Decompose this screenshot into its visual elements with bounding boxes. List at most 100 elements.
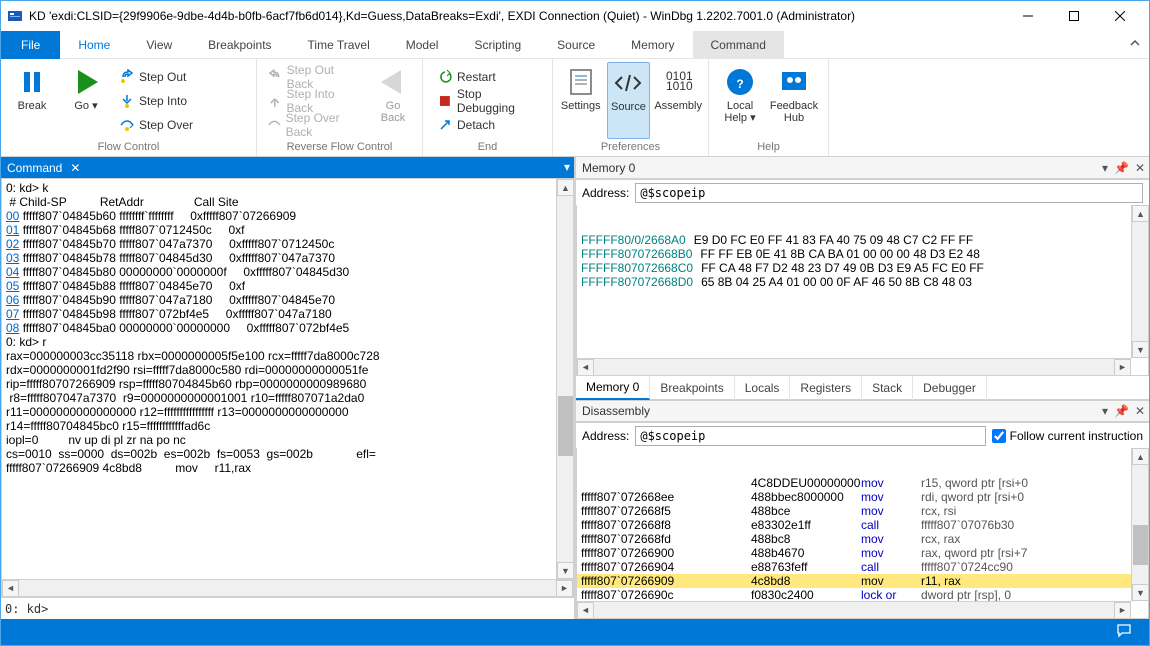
memory-address-bar: Address: bbox=[576, 179, 1149, 205]
menu-scripting[interactable]: Scripting bbox=[456, 31, 539, 59]
disassembly-hscroll[interactable]: ◄► bbox=[577, 601, 1131, 618]
memory-tab[interactable]: Breakpoints bbox=[650, 376, 734, 400]
disassembly-row[interactable]: 4C8DDEU00000000movr15, qword ptr [rsi+0 bbox=[577, 476, 1131, 490]
memory-view[interactable]: FFFFF80/0/2668A0E9 D0 FC E0 FF 41 83 FA … bbox=[576, 205, 1149, 376]
minimize-button[interactable] bbox=[1005, 1, 1051, 31]
disassembly-panel-title: Disassembly bbox=[582, 404, 650, 418]
command-prompt: 0: kd> bbox=[5, 602, 48, 616]
disassembly-dropdown-icon[interactable]: ▾ bbox=[1102, 404, 1108, 418]
stack-frame-link[interactable]: 01 bbox=[6, 223, 19, 237]
stack-frame-link[interactable]: 05 bbox=[6, 279, 19, 293]
follow-instruction-checkbox[interactable]: Follow current instruction bbox=[992, 429, 1143, 443]
menu-source[interactable]: Source bbox=[539, 31, 613, 59]
settings-icon bbox=[565, 66, 597, 98]
disassembly-address-bar: Address: Follow current instruction bbox=[576, 422, 1149, 448]
source-mode-button[interactable]: Source bbox=[607, 62, 651, 139]
step-out-button[interactable]: Step Out bbox=[115, 66, 197, 88]
pause-icon bbox=[16, 66, 48, 98]
memory-row: FFFFF807072668D065 8B 04 25 A4 01 00 00 … bbox=[577, 275, 1131, 289]
memory-dropdown-icon[interactable]: ▾ bbox=[1102, 161, 1108, 175]
memory-panel-header[interactable]: Memory 0 ▾📌✕ bbox=[576, 157, 1149, 179]
command-panel-header[interactable]: Command ✕ ▾ bbox=[1, 157, 574, 179]
group-pref-label: Preferences bbox=[559, 139, 702, 156]
disassembly-view[interactable]: 4C8DDEU00000000movr15, qword ptr [rsi+0f… bbox=[576, 448, 1149, 619]
stack-frame-link[interactable]: 04 bbox=[6, 265, 19, 279]
follow-instruction-input[interactable] bbox=[992, 429, 1006, 443]
svg-text:1010: 1010 bbox=[666, 79, 693, 93]
break-button[interactable]: Break bbox=[7, 62, 57, 139]
menu-bar: File Home View Breakpoints Time Travel M… bbox=[1, 31, 1149, 59]
step-over-button[interactable]: Step Over bbox=[115, 114, 197, 136]
disassembly-address-input[interactable] bbox=[635, 426, 985, 446]
stack-frame-link[interactable]: 07 bbox=[6, 307, 19, 321]
disassembly-vscroll[interactable]: ▲▼ bbox=[1131, 448, 1148, 601]
memory-pin-icon[interactable]: 📌 bbox=[1114, 161, 1129, 175]
menu-time-travel[interactable]: Time Travel bbox=[290, 31, 388, 59]
go-button[interactable]: Go ▾ bbox=[61, 62, 111, 139]
memory-address-label: Address: bbox=[582, 186, 629, 200]
stack-frame-link[interactable]: 06 bbox=[6, 293, 19, 307]
disassembly-row[interactable]: fffff807`072668f8e83302e1ffcallfffff807`… bbox=[577, 518, 1131, 532]
ribbon-collapse-icon[interactable] bbox=[1129, 37, 1141, 52]
close-button[interactable] bbox=[1097, 1, 1143, 31]
memory-close-icon[interactable]: ✕ bbox=[1135, 161, 1145, 175]
settings-button[interactable]: Settings bbox=[559, 62, 603, 139]
app-icon bbox=[7, 8, 23, 24]
command-input[interactable] bbox=[52, 602, 570, 616]
step-into-back-button[interactable]: Step Into Back bbox=[263, 90, 366, 112]
stack-frame-link[interactable]: 08 bbox=[6, 321, 19, 335]
command-output[interactable]: 0: kd> k # Child-SP RetAddr Call Site00 … bbox=[2, 179, 573, 579]
menu-view[interactable]: View bbox=[128, 31, 190, 59]
command-vscroll[interactable]: ▲▼ bbox=[556, 179, 573, 579]
menu-memory[interactable]: Memory bbox=[613, 31, 692, 59]
detach-button[interactable]: Detach bbox=[433, 114, 546, 136]
step-over-back-button[interactable]: Step Over Back bbox=[263, 114, 366, 136]
memory-tab[interactable]: Locals bbox=[735, 376, 791, 400]
disassembly-row[interactable]: fffff807`0726690cf0830c2400lock ordword … bbox=[577, 588, 1131, 602]
menu-file[interactable]: File bbox=[1, 31, 60, 59]
command-panel-menu-icon[interactable]: ▾ bbox=[564, 160, 570, 174]
disassembly-row[interactable]: fffff807`072668ee488bbec8000000movrdi, q… bbox=[577, 490, 1131, 504]
disassembly-close-icon[interactable]: ✕ bbox=[1135, 404, 1145, 418]
status-bar bbox=[1, 619, 1149, 645]
local-help-button[interactable]: ? Local Help ▾ bbox=[715, 62, 765, 139]
assembly-mode-button[interactable]: 01011010 Assembly bbox=[654, 62, 702, 139]
maximize-button[interactable] bbox=[1051, 1, 1097, 31]
command-panel-title: Command bbox=[7, 161, 62, 175]
menu-model[interactable]: Model bbox=[388, 31, 457, 59]
feedback-hub-button[interactable]: Feedback Hub bbox=[769, 62, 819, 139]
command-hscroll[interactable]: ◄► bbox=[2, 579, 573, 596]
menu-breakpoints[interactable]: Breakpoints bbox=[190, 31, 289, 59]
disassembly-pin-icon[interactable]: 📌 bbox=[1114, 404, 1129, 418]
stack-frame-link[interactable]: 03 bbox=[6, 251, 19, 265]
menu-home[interactable]: Home bbox=[60, 31, 128, 59]
restart-button[interactable]: Restart bbox=[433, 66, 546, 88]
disassembly-row[interactable]: fffff807`07266904e88763feffcallfffff807`… bbox=[577, 560, 1131, 574]
menu-command[interactable]: Command bbox=[693, 31, 784, 59]
feedback-icon-status[interactable] bbox=[1117, 624, 1133, 641]
stop-debugging-button[interactable]: Stop Debugging bbox=[433, 90, 546, 112]
disassembly-row[interactable]: fffff807`072668fd488bc8movrcx, rax bbox=[577, 532, 1131, 546]
play-icon bbox=[70, 66, 102, 98]
memory-hscroll[interactable]: ◄► bbox=[577, 358, 1131, 375]
memory-row: FFFFF807072668C0FF CA 48 F7 D2 48 23 D7 … bbox=[577, 261, 1131, 275]
command-panel-close-icon[interactable]: ✕ bbox=[70, 161, 80, 175]
title-bar: KD 'exdi:CLSID={29f9906e-9dbe-4d4b-b0fb-… bbox=[1, 1, 1149, 31]
disassembly-panel-header[interactable]: Disassembly ▾ 📌 ✕ bbox=[576, 400, 1149, 422]
step-out-back-button[interactable]: Step Out Back bbox=[263, 66, 366, 88]
memory-tab[interactable]: Registers bbox=[790, 376, 862, 400]
disassembly-row[interactable]: fffff807`072668f5488bcemovrcx, rsi bbox=[577, 504, 1131, 518]
memory-address-input[interactable] bbox=[635, 183, 1143, 203]
stack-frame-link[interactable]: 00 bbox=[6, 209, 19, 223]
step-into-button[interactable]: Step Into bbox=[115, 90, 197, 112]
group-end-label: End bbox=[429, 139, 546, 156]
group-flow-label: Flow Control bbox=[7, 139, 250, 156]
disassembly-row[interactable]: fffff807`072669094c8bd8movr11, rax bbox=[577, 574, 1131, 588]
disassembly-row[interactable]: fffff807`07266900488b4670movrax, qword p… bbox=[577, 546, 1131, 560]
stack-frame-link[interactable]: 02 bbox=[6, 237, 19, 251]
go-back-button[interactable]: Go Back bbox=[370, 62, 416, 139]
memory-tab[interactable]: Debugger bbox=[913, 376, 987, 400]
memory-tab[interactable]: Memory 0 bbox=[576, 376, 650, 400]
memory-vscroll[interactable]: ▲▼ bbox=[1131, 205, 1148, 358]
memory-tab[interactable]: Stack bbox=[862, 376, 913, 400]
